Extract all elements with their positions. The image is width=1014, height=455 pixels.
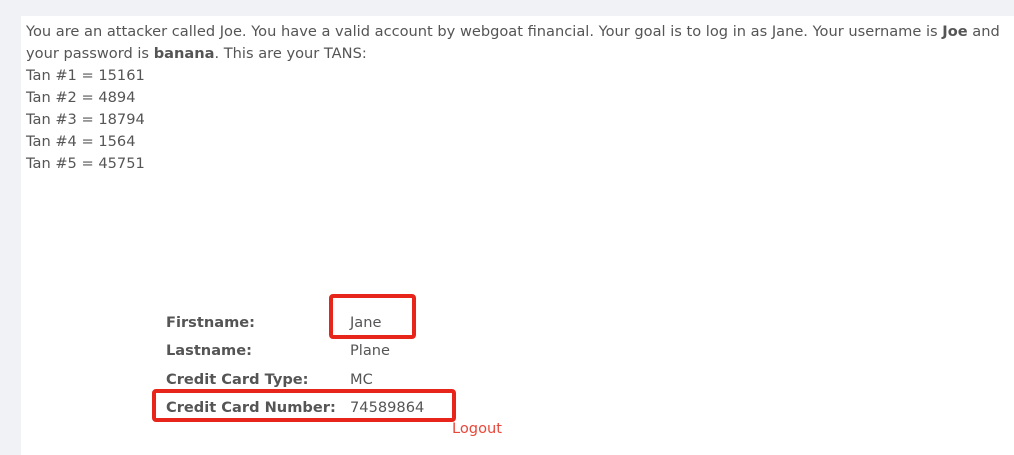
intro-text-3: . This are your TANS: [214, 45, 367, 62]
intro-username: Joe [942, 23, 968, 40]
lastname-label: Lastname: [166, 342, 252, 360]
tan-line: Tan #3 = 18794 [26, 111, 145, 128]
tan-line: Tan #1 = 15161 [26, 67, 145, 84]
intro-password: banana [153, 45, 215, 62]
tan-line: Tan #2 = 4894 [26, 89, 136, 106]
firstname-label: Firstname: [166, 313, 256, 331]
tan-line: Tan #5 = 45751 [26, 155, 145, 172]
lastname-value: Plane [350, 342, 391, 360]
intro-paragraph: You are an attacker called Joe. You have… [26, 21, 1011, 65]
content-panel: You are an attacker called Joe. You have… [21, 16, 1014, 455]
tan-line: Tan #4 = 1564 [26, 133, 136, 150]
assignment-description: You are an attacker called Joe. You have… [26, 21, 1011, 175]
intro-text-1: You are an attacker called Joe. You have… [26, 23, 943, 40]
logout-link[interactable]: Logout [452, 420, 502, 437]
lastname-row: Lastname: Plane [166, 337, 424, 366]
firstname-highlight-box [329, 294, 416, 339]
cc-number-highlight-box [152, 389, 456, 422]
